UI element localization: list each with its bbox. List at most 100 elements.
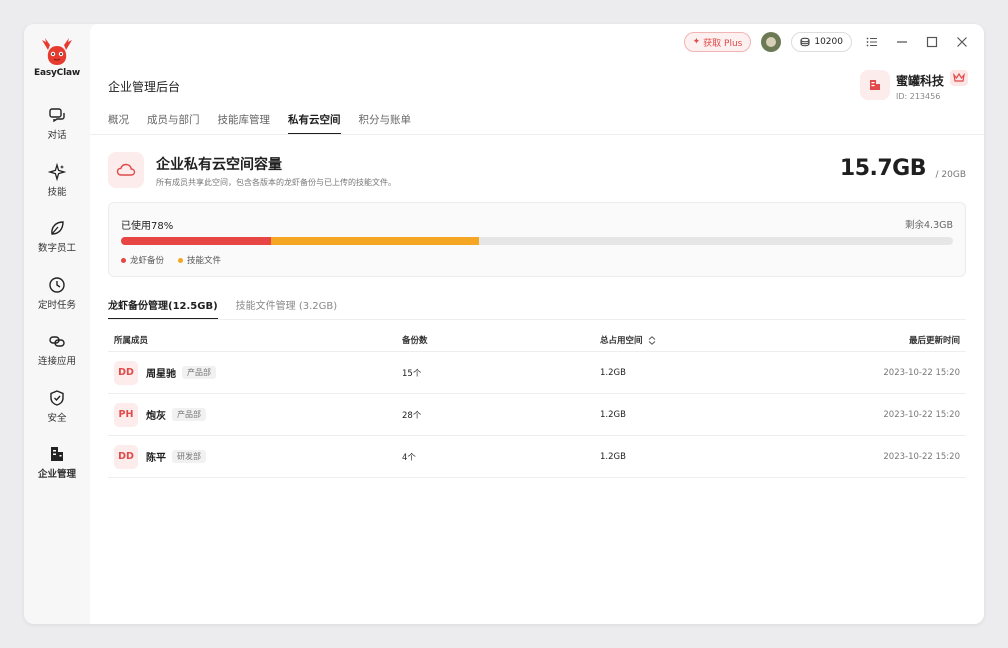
link-icon [49, 336, 65, 347]
building-icon [51, 447, 63, 461]
get-plus-label: 获取 Plus [703, 38, 743, 49]
tab-overview[interactable]: 概况 [108, 112, 129, 135]
usage-bar-skills [270, 237, 479, 245]
subtab-bar: 龙虾备份管理(12.5GB) 技能文件管理 (3.2GB) [108, 297, 355, 320]
tab-points-billing[interactable]: 积分与账单 [359, 112, 412, 135]
member-cell: PH 炮灰 产品部 [114, 402, 206, 427]
app-window: EasyClaw 对话 技能 数字员工 定时任务 连接应用 安全 企业管理 ✦ … [24, 24, 984, 624]
dept-badge: 产品部 [172, 408, 206, 421]
sidebar-item-label: 安全 [47, 413, 67, 424]
sidebar-item-scheduled-tasks[interactable]: 定时任务 [28, 276, 86, 320]
header-size[interactable]: 总占用空间 [600, 334, 656, 346]
tab-private-cloud[interactable]: 私有云空间 [288, 112, 341, 135]
member-cell: DD 周星驰 产品部 [114, 360, 216, 385]
sparkle-icon: ✦ [692, 37, 701, 47]
clock-icon [49, 277, 65, 293]
menu-icon[interactable] [862, 32, 882, 52]
cloud-icon [108, 152, 144, 188]
subtab-backups[interactable]: 龙虾备份管理(12.5GB) [108, 297, 218, 320]
sidebar-item-enterprise[interactable]: 企业管理 [28, 445, 86, 489]
legend-item-skills: 技能文件 [178, 254, 221, 266]
dept-badge: 研发部 [172, 450, 206, 463]
member-name: 周星驰 [146, 369, 176, 380]
size-value: 1.2GB [600, 451, 626, 462]
sidebar-item-label: 连接应用 [37, 356, 76, 367]
minimize-icon[interactable] [892, 32, 912, 52]
usage-bar-backup [121, 237, 271, 245]
sparkle-icon [48, 163, 66, 181]
coin-balance[interactable]: 10200 [791, 32, 852, 52]
dept-badge: 产品部 [182, 366, 216, 379]
crown-icon [950, 70, 968, 86]
sidebar: EasyClaw 对话 技能 数字员工 定时任务 连接应用 安全 企业管理 [24, 24, 90, 624]
maximize-icon[interactable] [922, 32, 942, 52]
sort-icon [649, 335, 656, 345]
size-value: 1.2GB [600, 367, 626, 378]
table-row[interactable]: DD 陈平 研发部 4个 1.2GB 2023-10-22 15:20 [108, 436, 966, 478]
legend-item-backup: 龙虾备份 [121, 254, 164, 266]
sidebar-item-label: 定时任务 [37, 300, 76, 311]
legend-label: 龙虾备份 [130, 256, 165, 266]
get-plus-button[interactable]: ✦ 获取 Plus [683, 32, 752, 52]
usage-bar [121, 237, 953, 245]
sidebar-item-label: 数字员工 [37, 243, 76, 254]
coin-count: 10200 [814, 37, 843, 47]
tab-skill-library[interactable]: 技能库管理 [218, 112, 271, 135]
capacity-used: 15.7GB [839, 156, 927, 181]
sidebar-item-chat[interactable]: 对话 [28, 106, 86, 150]
main-panel: ✦ 获取 Plus 10200 企业管理后台 蜜罐科技 ID: 213456 概… [90, 24, 984, 624]
tab-bar: 概况 成员与部门 技能库管理 私有云空间 积分与账单 [108, 112, 429, 135]
sidebar-item-connect-apps[interactable]: 连接应用 [28, 332, 86, 376]
backup-count: 4个 [402, 452, 416, 463]
used-percent-label: 已使用78% [121, 221, 174, 232]
header-size-label: 总占用空间 [600, 335, 643, 346]
lobster-logo-icon [42, 38, 72, 65]
subtab-skill-files[interactable]: 技能文件管理 (3.2GB) [236, 297, 338, 320]
sidebar-item-digital-staff[interactable]: 数字员工 [28, 219, 86, 263]
capacity-description: 所有成员共享此空间，包含各版本的龙虾备份与已上传的技能文件。 [156, 178, 396, 187]
member-name: 炮灰 [146, 411, 166, 422]
updated-time: 2023-10-22 15:20 [883, 409, 960, 420]
remaining-label: 剩余4.3GB [905, 220, 953, 231]
chat-icon [49, 108, 65, 123]
header-member: 所属成员 [114, 335, 149, 346]
member-avatar: DD [114, 444, 138, 469]
leaf-icon [51, 221, 64, 235]
member-name: 陈平 [146, 453, 166, 464]
shield-icon [50, 390, 64, 406]
backup-table: 所属成员 备份数 总占用空间 最后更新时间 DD 周星驰 产品部 15个 1.2GB… [108, 328, 966, 478]
sidebar-item-skills[interactable]: 技能 [28, 163, 86, 207]
tab-members[interactable]: 成员与部门 [147, 112, 200, 135]
title-bar: ✦ 获取 Plus 10200 [683, 32, 984, 52]
table-row[interactable]: DD 周星驰 产品部 15个 1.2GB 2023-10-22 15:20 [108, 352, 966, 394]
sidebar-item-security[interactable]: 安全 [28, 389, 86, 433]
sidebar-item-label: 技能 [47, 187, 67, 198]
page-title: 企业管理后台 [108, 80, 181, 94]
close-icon[interactable] [952, 32, 972, 52]
header-updated: 最后更新时间 [908, 335, 960, 346]
updated-time: 2023-10-22 15:20 [883, 451, 960, 462]
backup-count: 28个 [402, 410, 422, 421]
member-avatar: DD [114, 360, 138, 385]
member-avatar: PH [114, 402, 138, 427]
legend-dot [121, 258, 126, 263]
divider [108, 319, 966, 320]
sidebar-item-label: 对话 [47, 130, 67, 141]
divider [90, 134, 984, 135]
capacity-total: / 20GB [935, 170, 967, 180]
org-id: ID: 213456 [895, 92, 941, 101]
org-card: 蜜罐科技 ID: 213456 [859, 70, 968, 102]
updated-time: 2023-10-22 15:20 [883, 367, 960, 378]
app-name: EasyClaw [34, 68, 80, 78]
coin-stack-icon [800, 37, 810, 47]
header-backups: 备份数 [402, 335, 428, 346]
member-cell: DD 陈平 研发部 [114, 444, 206, 469]
size-value: 1.2GB [600, 409, 626, 420]
org-name: 蜜罐科技 [895, 74, 944, 88]
avatar[interactable] [761, 32, 782, 52]
backup-count: 15个 [402, 368, 422, 379]
org-building-icon [859, 70, 890, 100]
table-row[interactable]: PH 炮灰 产品部 28个 1.2GB 2023-10-22 15:20 [108, 394, 966, 436]
app-logo: EasyClaw [32, 38, 82, 78]
usage-legend: 龙虾备份 技能文件 [121, 254, 221, 266]
